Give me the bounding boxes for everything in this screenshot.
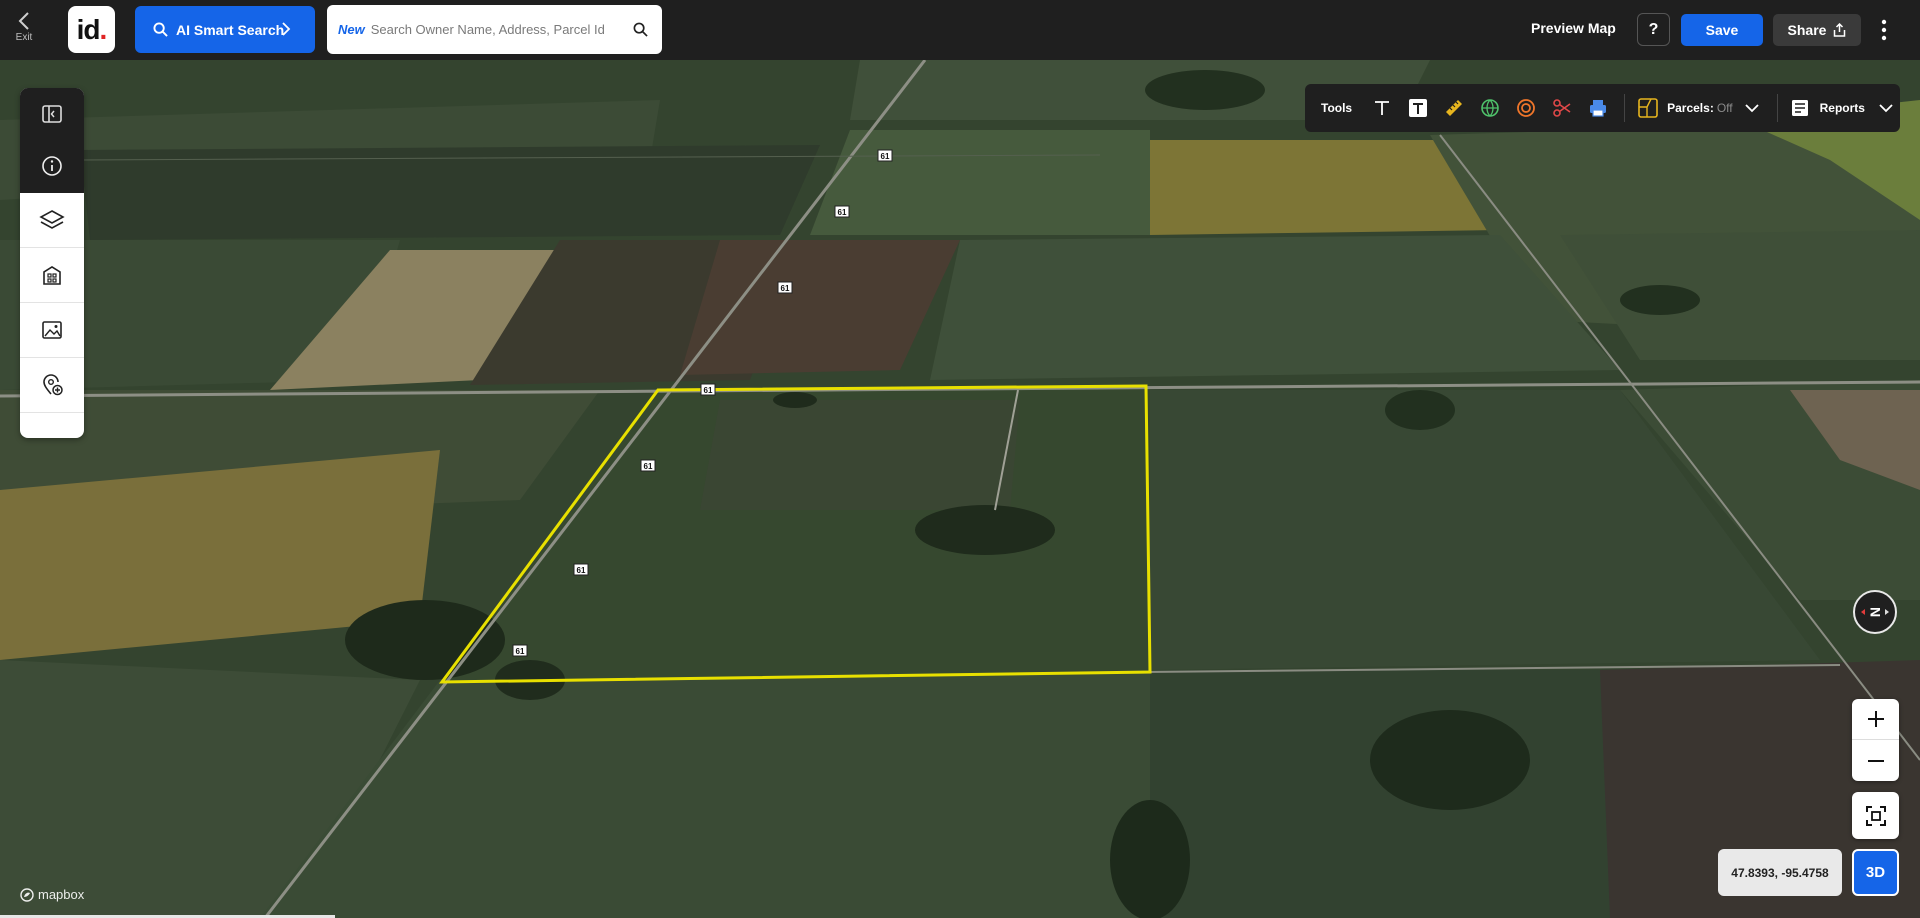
search-input[interactable] — [370, 22, 631, 37]
road-shield-label: 61 — [644, 462, 653, 471]
text-box-tool-button[interactable] — [1400, 90, 1436, 126]
road-shield: 61 — [512, 644, 528, 657]
exit-button[interactable]: Exit — [8, 10, 40, 50]
mapbox-logo-icon — [20, 887, 34, 902]
layers-icon — [39, 210, 65, 229]
tools-separator — [1624, 94, 1626, 122]
panel-toggle-button[interactable] — [20, 88, 84, 140]
search-icon — [153, 22, 168, 37]
road-shield: 61 — [573, 563, 589, 576]
logo-dot: . — [99, 13, 108, 45]
radius-icon — [1517, 99, 1536, 117]
mapbox-label: mapbox — [38, 887, 85, 902]
mapbox-attribution[interactable]: mapbox — [20, 887, 84, 902]
image-icon — [42, 321, 62, 339]
road-shield-label: 61 — [838, 208, 847, 217]
parcels-toggle[interactable]: Parcels: Off — [1637, 97, 1759, 119]
scissors-icon — [1553, 99, 1571, 117]
road-shield-label: 61 — [704, 386, 713, 395]
chevron-down-icon — [1744, 104, 1759, 113]
left-toolbar-top — [20, 88, 84, 193]
logo-text: id — [76, 13, 101, 45]
fit-to-bounds-button[interactable] — [1852, 792, 1899, 839]
ruler-tool-button[interactable] — [1436, 90, 1472, 126]
fit-bounds-icon — [1865, 805, 1886, 826]
info-button[interactable] — [20, 140, 84, 192]
chevron-left-icon — [18, 12, 29, 30]
map-canvas[interactable]: 61 61 61 61 61 61 61 — [0, 60, 1920, 918]
satellite-map[interactable]: 61 61 61 61 61 61 61 — [0, 60, 1920, 918]
road-shield-label: 61 — [881, 152, 890, 161]
top-bar: Exit id. AI Smart Search New Preview Map… — [0, 0, 1920, 60]
preview-map-button[interactable]: Preview Map — [1531, 20, 1616, 36]
tools-panel: Tools Parcels: Off Reports — [1305, 84, 1900, 132]
compass-label: N — [1867, 607, 1883, 617]
road-shield: 61 — [777, 281, 793, 294]
more-options-icon[interactable] — [1877, 17, 1891, 43]
road-shield: 61 — [877, 149, 893, 162]
globe-measure-tool-button[interactable] — [1472, 90, 1508, 126]
add-location-icon — [43, 374, 63, 396]
compass-icon: N — [1861, 607, 1889, 617]
zoom-controls — [1852, 699, 1899, 781]
text-box-icon — [1409, 99, 1428, 117]
add-location-button[interactable] — [20, 358, 84, 413]
print-tool-button[interactable] — [1580, 90, 1616, 126]
share-label: Share — [1787, 22, 1827, 38]
search-new-badge: New — [338, 22, 365, 37]
save-button[interactable]: Save — [1681, 14, 1763, 46]
search-box: New — [327, 5, 662, 54]
buildings-button[interactable] — [20, 248, 84, 303]
parcels-icon — [1638, 98, 1658, 118]
left-toolbar — [20, 88, 84, 438]
scissors-tool-button[interactable] — [1544, 90, 1580, 126]
chevron-down-icon — [1879, 104, 1893, 113]
search-icon[interactable] — [633, 22, 648, 37]
panel-toggle-icon — [42, 105, 62, 123]
reports-dropdown[interactable]: Reports — [1790, 98, 1893, 118]
reports-label: Reports — [1819, 101, 1865, 115]
help-button[interactable]: ? — [1637, 13, 1670, 46]
app-logo[interactable]: id. — [68, 6, 115, 53]
tools-separator — [1776, 94, 1778, 122]
ruler-icon — [1446, 100, 1463, 116]
road-shield-label: 61 — [577, 566, 586, 575]
coordinates-readout: 47.8393, -95.4758 — [1718, 849, 1842, 896]
zoom-out-button[interactable] — [1852, 740, 1899, 781]
reports-icon — [1791, 100, 1808, 116]
plus-icon — [1867, 711, 1884, 727]
road-shield: 61 — [834, 205, 850, 218]
imagery-button[interactable] — [20, 303, 84, 358]
ai-smart-search-button[interactable]: AI Smart Search — [135, 6, 315, 53]
print-icon — [1590, 100, 1607, 117]
exit-label: Exit — [15, 32, 33, 43]
globe-measure-icon — [1481, 99, 1499, 117]
text-tool-button[interactable] — [1364, 90, 1400, 126]
road-shield: 61 — [640, 459, 656, 472]
parcels-state: Off — [1716, 101, 1733, 115]
road-shield: 61 — [700, 383, 716, 396]
radius-tool-button[interactable] — [1508, 90, 1544, 126]
share-button[interactable]: Share — [1773, 14, 1861, 46]
minus-icon — [1867, 759, 1884, 762]
share-icon — [1834, 23, 1846, 37]
layers-button[interactable] — [20, 193, 84, 248]
tools-title: Tools — [1321, 101, 1353, 115]
zoom-in-button[interactable] — [1852, 699, 1899, 740]
parcels-label: Parcels: — [1667, 101, 1714, 115]
info-icon — [42, 156, 62, 176]
road-shield-label: 61 — [781, 284, 790, 293]
text-icon — [1375, 101, 1390, 115]
ai-smart-search-label: AI Smart Search — [176, 21, 285, 38]
compass-button[interactable]: N — [1853, 590, 1897, 634]
chevron-right-icon — [282, 22, 291, 36]
buildings-icon — [43, 266, 61, 285]
3d-toggle-button[interactable]: 3D — [1852, 849, 1899, 896]
road-shield-label: 61 — [516, 647, 525, 656]
